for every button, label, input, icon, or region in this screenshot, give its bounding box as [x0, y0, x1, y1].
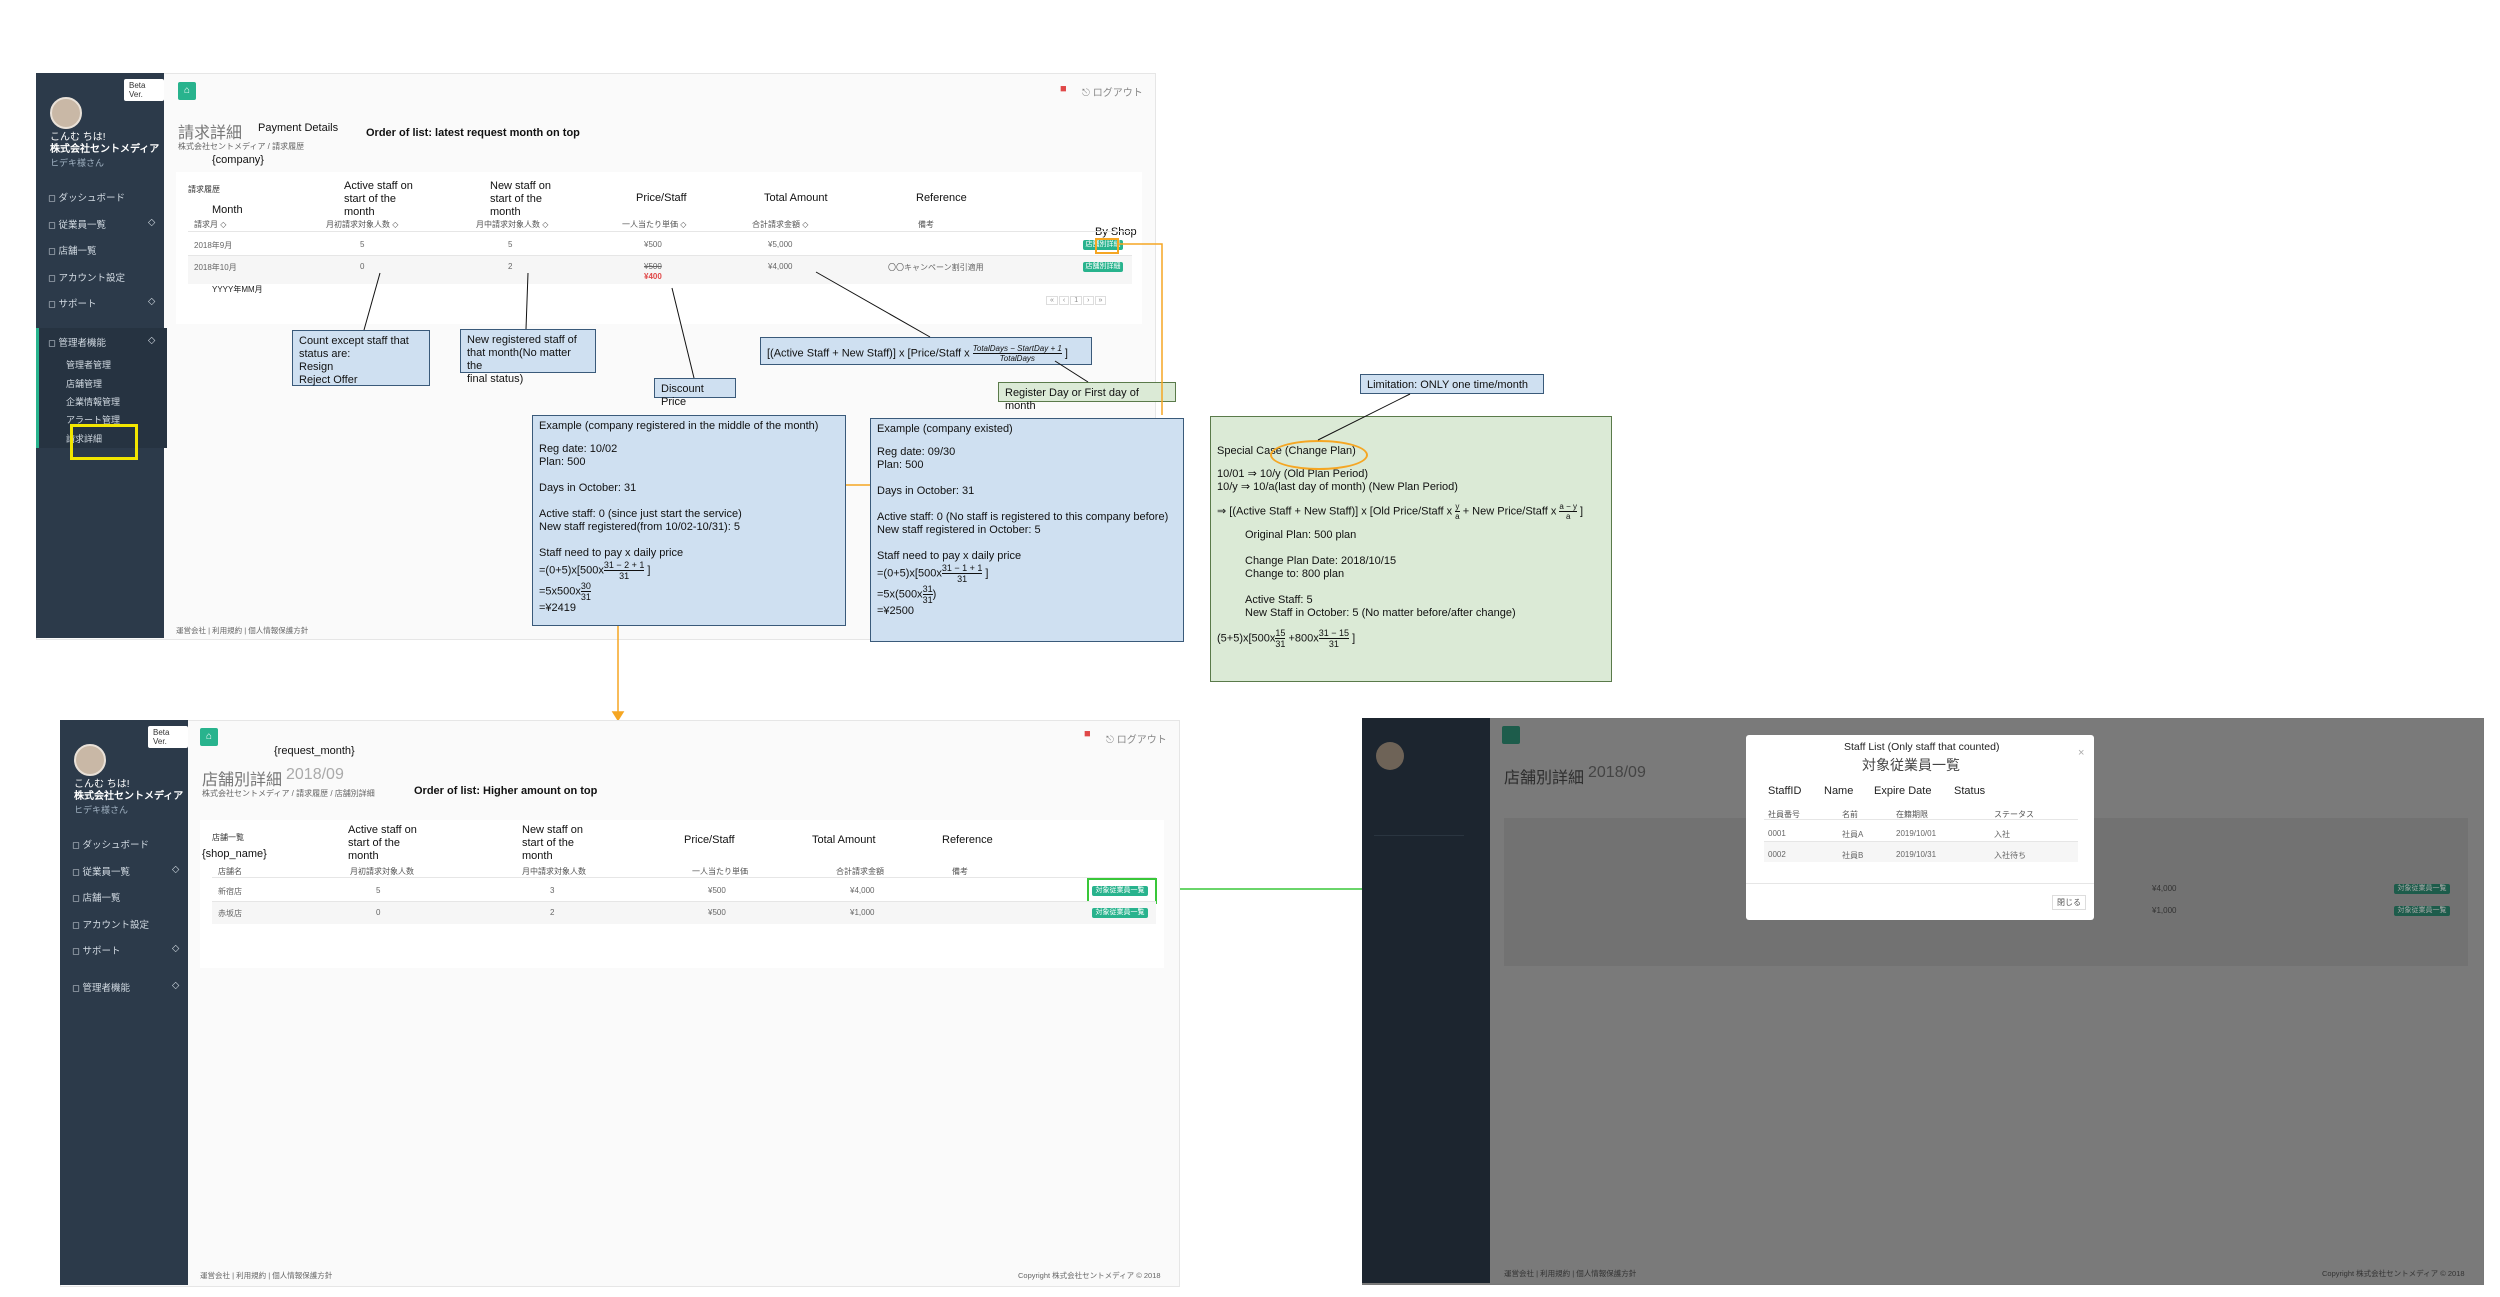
col-active-en: Active staff on start of the month: [348, 824, 417, 862]
breadcrumb: 株式会社セントメディア / 請求履歴 / 店舗別詳細: [202, 789, 375, 798]
row2-bg: [212, 902, 1156, 924]
nav-stores[interactable]: ◻ 店舗一覧: [72, 890, 121, 904]
account-icon: ◻: [72, 920, 83, 931]
card-title: 店舗一覧: [212, 833, 244, 842]
modal-col-name-en: Name: [1824, 785, 1854, 797]
support-icon: ◻: [72, 946, 83, 957]
staff-list-modal: Staff List (Only staff that counted) 対象従…: [1746, 735, 2094, 920]
header-divider: [212, 877, 1156, 878]
modal-row2-date: 2019/10/31: [1896, 850, 1937, 859]
screen2-window: [60, 720, 1180, 1287]
user-name: ヒデキ様さん: [74, 805, 129, 815]
row1-active: 5: [376, 886, 381, 895]
shop-name-variable: {shop_name}: [202, 848, 267, 860]
close-button[interactable]: 閉じる: [2052, 895, 2086, 910]
chevron-icon: ◇: [172, 943, 180, 954]
close-icon[interactable]: ×: [2078, 747, 2084, 759]
bg-title-month: 2018/09: [1588, 764, 1646, 781]
modal-divider: [1764, 819, 2078, 820]
row2-new: 2: [550, 908, 555, 917]
logout-link[interactable]: ⎋ ログアウト: [1106, 731, 1167, 746]
row1-new: 3: [550, 886, 555, 895]
bg-home-button: [1502, 726, 1520, 744]
nav-employees[interactable]: ◻ 従業員一覧 ◇: [72, 864, 179, 878]
col-shop: 店舗名: [218, 867, 242, 876]
nav-admin[interactable]: ◻ 管理者機能 ◇: [72, 980, 179, 994]
users-icon: ◻: [72, 867, 83, 878]
row1-price: ¥500: [708, 886, 726, 895]
modal-row2-name: 社員B: [1842, 851, 1864, 860]
modal-note: Staff List (Only staff that counted): [1844, 741, 2000, 753]
store-icon: ◻: [72, 893, 83, 904]
modal-col-date-en: Expire Date: [1874, 785, 1932, 797]
modal-row1-name: 社員A: [1842, 830, 1864, 839]
row1-total: ¥4,000: [850, 886, 875, 895]
bg-row2-total: ¥1,000: [2152, 906, 2177, 915]
screen2-sidebar: Beta Ver. こんむ ちは! 株式会社セントメディア ヒデキ様さん ◻ ダ…: [60, 720, 188, 1285]
bg-title: 店舗別詳細: [1504, 770, 1585, 787]
avatar: [1376, 742, 1404, 770]
page-title: 店舗別詳細: [202, 772, 283, 789]
dashboard-icon: ◻: [72, 840, 83, 851]
modal-col-id-en: StaffID: [1768, 785, 1802, 797]
nav-account[interactable]: ◻ アカウント設定: [72, 917, 149, 931]
col-price: 一人当たり単価: [692, 867, 748, 876]
bg-staff-list-button: 対象従業員一覧: [2394, 906, 2450, 916]
modal-col-status-en: Status: [1954, 785, 1986, 797]
request-month-variable: {request_month}: [274, 745, 355, 757]
order-note: Order of list: Higher amount on top: [414, 785, 598, 797]
bg-row1-total: ¥4,000: [2152, 884, 2177, 893]
footer-links[interactable]: 運営会社 | 利用規約 | 個人情報保護方針: [200, 1270, 332, 1281]
bg-staff-list-button: 対象従業員一覧: [2394, 884, 2450, 894]
modal-row1-id: 0001: [1768, 829, 1786, 838]
row2-price: ¥500: [708, 908, 726, 917]
modal-footer-divider: [1746, 883, 2094, 884]
col-active: 月初請求対象人数: [350, 867, 414, 876]
copyright: Copyright 株式会社セントメディア © 2018: [1018, 1271, 1161, 1280]
page-title-month: 2018/09: [286, 766, 344, 783]
col-reference: 備考: [952, 867, 968, 876]
col-total: 合計請求金額: [836, 867, 884, 876]
row2-shop: 赤坂店: [218, 909, 242, 918]
col-price-en: Price/Staff: [684, 834, 735, 846]
screen3-sidebar: [1362, 718, 1490, 1283]
home-icon: ⌂: [205, 731, 213, 742]
company-name: 株式会社セントメディア: [74, 791, 184, 802]
bg-copyright: Copyright 株式会社セントメディア © 2018: [2322, 1269, 2465, 1278]
bg-nav-placeholder: [1374, 835, 1464, 996]
modal-row1-date: 2019/10/01: [1896, 829, 1937, 838]
row2-active: 0: [376, 908, 381, 917]
nav-dashboard[interactable]: ◻ ダッシュボード: [72, 837, 149, 851]
modal-row2-status: 入社待ち: [1994, 851, 2026, 860]
staff-list-button[interactable]: 対象従業員一覧: [1092, 908, 1148, 918]
beta-badge: Beta Ver.: [148, 726, 188, 748]
chevron-icon: ◇: [172, 980, 180, 991]
modal-row1-status: 入社: [1994, 830, 2010, 839]
modal-row2-id: 0002: [1768, 850, 1786, 859]
shop-card: [200, 820, 1164, 968]
logout-icon: ⎋: [1106, 735, 1117, 746]
admin-icon: ◻: [72, 983, 83, 994]
avatar[interactable]: [74, 744, 106, 776]
home-button[interactable]: ⌂: [200, 728, 218, 746]
col-new: 月中請求対象人数: [522, 867, 586, 876]
col-new-en: New staff on start of the month: [522, 824, 583, 862]
bell-icon[interactable]: ■: [1084, 728, 1091, 740]
row2-total: ¥1,000: [850, 908, 875, 917]
col-reference-en: Reference: [942, 834, 993, 846]
modal-title: 対象従業員一覧: [1862, 757, 1960, 773]
chevron-icon: ◇: [172, 864, 180, 875]
nav-support[interactable]: ◻ サポート ◇: [72, 943, 179, 957]
row1-shop: 新宿店: [218, 887, 242, 896]
bg-footer: 運営会社 | 利用規約 | 個人情報保護方針: [1504, 1269, 1637, 1278]
col-total-en: Total Amount: [812, 834, 876, 846]
